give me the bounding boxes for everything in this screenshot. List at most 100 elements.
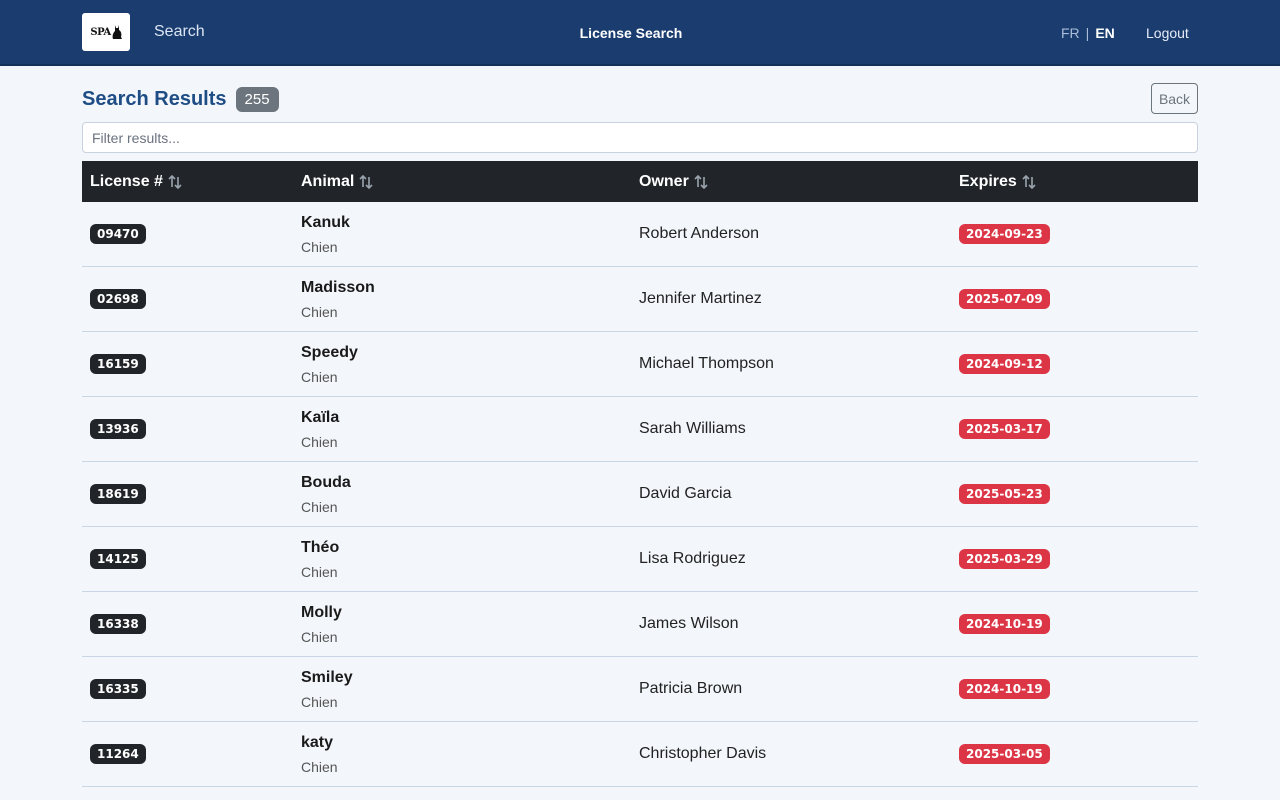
- owner-cell: Patricia Brown: [639, 680, 959, 698]
- expires-cell: 2025-03-17: [959, 419, 1198, 439]
- filter-input[interactable]: [82, 122, 1198, 153]
- table-row[interactable]: 16335 Smiley Chien Patricia Brown 2024-10-19: [82, 657, 1198, 722]
- owner-name: Patricia Brown: [639, 680, 743, 697]
- sort-arrows-icon: [694, 174, 708, 189]
- animal-cell: Molly Chien: [301, 604, 639, 645]
- top-navbar: SPA Search License Search FR | EN Logout: [0, 0, 1280, 66]
- table-row[interactable]: 13936 Kaïla Chien Sarah Williams 2025-03-17: [82, 397, 1198, 462]
- table-row[interactable]: 14125 Théo Chien Lisa Rodriguez 2025-03-29: [82, 527, 1198, 592]
- owner-cell: David Garcia: [639, 485, 959, 503]
- animal-species: Chien: [301, 628, 338, 645]
- animal-cell: Bouda Chien: [301, 474, 639, 515]
- animal-cell: katy Chien: [301, 734, 639, 775]
- animal-name: Théo: [301, 538, 340, 556]
- expiry-date-badge: 2024-09-23: [959, 224, 1050, 244]
- animal-species: Chien: [301, 238, 338, 255]
- column-header-license[interactable]: License #: [82, 173, 301, 191]
- lang-en-link[interactable]: EN: [1095, 25, 1114, 41]
- owner-cell: Michael Thompson: [639, 355, 959, 373]
- owner-cell: Sarah Williams: [639, 420, 959, 438]
- sort-arrows-icon: [359, 174, 373, 189]
- license-cell: 18619: [82, 484, 301, 504]
- license-number-badge: 16159: [90, 354, 146, 374]
- expiry-date-badge: 2024-09-12: [959, 354, 1050, 374]
- animal-name: katy: [301, 733, 334, 751]
- animal-species: Chien: [301, 433, 338, 450]
- table-row[interactable]: 09470 Kanuk Chien Robert Anderson 2024-09-23: [82, 202, 1198, 267]
- table-row[interactable]: 16159 Speedy Chien Michael Thompson 2024-09-…: [82, 332, 1198, 397]
- license-cell: 02698: [82, 289, 301, 309]
- owner-cell: James Wilson: [639, 615, 959, 633]
- license-number-badge: 14125: [90, 549, 146, 569]
- expires-cell: 2025-03-29: [959, 549, 1198, 569]
- table-body: 09470 Kanuk Chien Robert Anderson 2024-09-23…: [82, 202, 1198, 787]
- license-cell: 16159: [82, 354, 301, 374]
- animal-name: Madisson: [301, 278, 375, 296]
- expiry-date-badge: 2025-03-17: [959, 419, 1050, 439]
- animal-name: Bouda: [301, 473, 351, 491]
- column-header-expires[interactable]: Expires: [959, 173, 1198, 191]
- owner-cell: Robert Anderson: [639, 225, 959, 243]
- table-row[interactable]: 18619 Bouda Chien David Garcia 2025-05-23: [82, 462, 1198, 527]
- expires-cell: 2024-09-23: [959, 224, 1198, 244]
- expiry-date-badge: 2024-10-19: [959, 679, 1050, 699]
- results-heading: Search Results 255: [82, 87, 279, 112]
- owner-name: Lisa Rodriguez: [639, 550, 746, 567]
- animal-cell: Speedy Chien: [301, 344, 639, 385]
- animal-name: Smiley: [301, 668, 353, 686]
- owner-name: Christopher Davis: [639, 745, 767, 762]
- expiry-date-badge: 2025-03-05: [959, 744, 1050, 764]
- lang-separator: |: [1085, 25, 1090, 41]
- table-row[interactable]: 11264 katy Chien Christopher Davis 2025-03-0…: [82, 722, 1198, 787]
- column-header-label: Owner: [639, 172, 689, 190]
- table-row[interactable]: 16338 Molly Chien James Wilson 2024-10-19: [82, 592, 1198, 657]
- owner-name: Robert Anderson: [639, 225, 760, 242]
- lang-fr-link[interactable]: FR: [1061, 25, 1080, 41]
- expiry-date-badge: 2025-07-09: [959, 289, 1050, 309]
- column-header-owner[interactable]: Owner: [639, 173, 959, 191]
- owner-name: Jennifer Martinez: [639, 290, 762, 307]
- back-button[interactable]: Back: [1151, 83, 1198, 114]
- animal-species: Chien: [301, 368, 338, 385]
- animal-cell: Kanuk Chien: [301, 214, 639, 255]
- column-header-animal[interactable]: Animal: [301, 173, 639, 191]
- license-number-badge: 02698: [90, 289, 146, 309]
- animal-species: Chien: [301, 563, 338, 580]
- owner-name: Michael Thompson: [639, 355, 774, 372]
- table-header: License # Animal Owner Expires: [82, 161, 1198, 202]
- expires-cell: 2025-07-09: [959, 289, 1198, 309]
- logout-link[interactable]: Logout: [1146, 25, 1189, 41]
- language-switcher: FR | EN: [1061, 25, 1115, 41]
- license-number-badge: 18619: [90, 484, 146, 504]
- owner-name: David Garcia: [639, 485, 732, 502]
- results-title: Search Results: [82, 88, 227, 110]
- table-row[interactable]: 02698 Madisson Chien Jennifer Martinez 2025-…: [82, 267, 1198, 332]
- animal-species: Chien: [301, 303, 338, 320]
- sort-arrows-icon: [168, 174, 182, 189]
- owner-cell: Jennifer Martinez: [639, 290, 959, 308]
- expires-cell: 2024-10-19: [959, 679, 1198, 699]
- animal-cell: Théo Chien: [301, 539, 639, 580]
- results-table: License # Animal Owner Expires 09470 Kanu…: [82, 161, 1198, 787]
- license-number-badge: 11264: [90, 744, 146, 764]
- owner-cell: Lisa Rodriguez: [639, 550, 959, 568]
- animal-name: Speedy: [301, 343, 358, 361]
- license-cell: 14125: [82, 549, 301, 569]
- animal-cell: Madisson Chien: [301, 279, 639, 320]
- expires-cell: 2024-10-19: [959, 614, 1198, 634]
- owner-cell: Christopher Davis: [639, 745, 959, 763]
- expires-cell: 2025-05-23: [959, 484, 1198, 504]
- column-header-label: Animal: [301, 172, 355, 190]
- license-number-badge: 13936: [90, 419, 146, 439]
- animal-name: Kaïla: [301, 408, 340, 426]
- license-number-badge: 09470: [90, 224, 146, 244]
- animal-name: Kanuk: [301, 213, 350, 231]
- animal-species: Chien: [301, 693, 338, 710]
- animal-species: Chien: [301, 498, 338, 515]
- license-cell: 16335: [82, 679, 301, 699]
- license-cell: 16338: [82, 614, 301, 634]
- animal-cell: Smiley Chien: [301, 669, 639, 710]
- expires-cell: 2024-09-12: [959, 354, 1198, 374]
- license-cell: 13936: [82, 419, 301, 439]
- results-count-badge: 255: [235, 87, 279, 112]
